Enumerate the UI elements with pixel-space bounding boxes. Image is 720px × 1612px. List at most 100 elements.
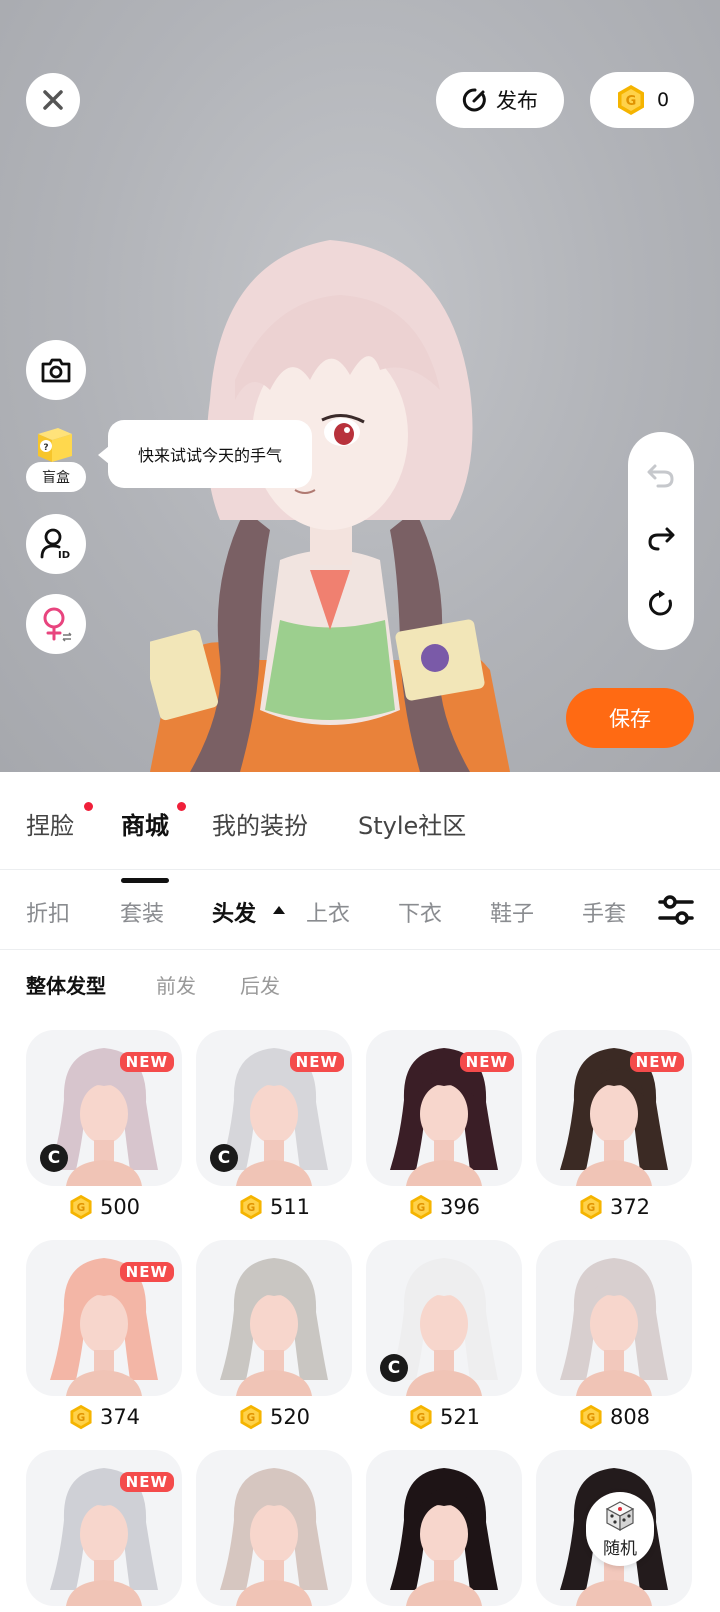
shop-panel: 捏脸 商城 我的装扮 Style社区 折扣 套装 头发 上衣 下衣 鞋子 手套 … <box>0 772 720 1612</box>
category-shoes[interactable]: 鞋子 <box>490 896 534 928</box>
category-tops[interactable]: 上衣 <box>306 896 350 928</box>
filter-settings-icon[interactable] <box>656 890 696 930</box>
hair-item-card[interactable]: G 808 <box>536 1240 692 1430</box>
item-price-value: 374 <box>99 1405 141 1429</box>
redo-icon[interactable] <box>646 526 676 552</box>
hair-item-thumbnail <box>366 1450 522 1606</box>
item-price: G 520 <box>196 1400 352 1434</box>
hair-item-card[interactable]: C G 521 <box>366 1240 522 1430</box>
blindbox-tooltip: 快来试试今天的手气 <box>98 420 312 488</box>
tab-shop-dot <box>177 802 186 811</box>
item-price: G 521 <box>366 1400 522 1434</box>
publish-icon <box>462 88 486 112</box>
new-badge: NEW <box>289 1052 344 1072</box>
svg-text:ID: ID <box>58 550 70 561</box>
item-price-value: 511 <box>269 1195 311 1219</box>
avatar-id-button[interactable]: ID <box>26 514 86 574</box>
svg-text:G: G <box>247 1202 256 1214</box>
coin-icon: G <box>240 1404 262 1430</box>
undo-icon[interactable] <box>646 463 676 489</box>
hair-item-thumbnail: NEW <box>26 1240 182 1396</box>
item-price: G 396 <box>366 1190 522 1224</box>
item-price: G510 <box>366 1010 522 1012</box>
hair-item-card[interactable] <box>366 1450 522 1606</box>
random-label: 随机 <box>603 1538 637 1559</box>
item-price-value: 372 <box>609 1195 651 1219</box>
coin-icon: G <box>580 1194 602 1220</box>
coin-icon: G <box>410 1194 432 1220</box>
hairstyle-preview-image <box>560 1258 668 1396</box>
coin-icon: G <box>617 85 644 115</box>
new-badge: NEW <box>119 1052 174 1072</box>
avatar-model[interactable] <box>150 240 510 772</box>
svg-text:G: G <box>77 1412 86 1424</box>
category-sets[interactable]: 套装 <box>120 896 164 928</box>
svg-text:G: G <box>626 94 637 109</box>
new-badge: NEW <box>119 1472 174 1492</box>
item-price: G 500 <box>26 1190 182 1224</box>
hairstyle-preview-image <box>390 1468 498 1606</box>
close-button[interactable] <box>26 73 80 127</box>
item-price-value: 500 <box>99 1195 141 1219</box>
user-id-icon: ID <box>40 528 70 561</box>
item-price-value: 521 <box>439 1405 481 1429</box>
history-panel <box>628 432 694 650</box>
main-tab-bar: 捏脸 商城 我的装扮 Style社区 <box>0 772 720 870</box>
hair-item-card[interactable] <box>196 1450 352 1606</box>
reset-icon[interactable] <box>646 589 676 619</box>
hair-item-card[interactable]: NEW G 374 <box>26 1240 182 1430</box>
category-discount[interactable]: 折扣 <box>26 896 70 928</box>
new-badge: NEW <box>459 1052 514 1072</box>
item-price-value: 520 <box>269 1405 311 1429</box>
hair-item-card[interactable]: NEW C G 500 <box>26 1030 182 1220</box>
svg-text:G: G <box>417 1412 426 1424</box>
category-bottoms[interactable]: 下衣 <box>398 896 442 928</box>
new-badge: NEW <box>629 1052 684 1072</box>
hair-item-card[interactable]: NEW G 372 <box>536 1030 692 1220</box>
subtab-back-hair[interactable]: 后发 <box>240 970 280 999</box>
dice-icon <box>605 1500 635 1531</box>
save-button[interactable]: 保存 <box>566 688 694 748</box>
subtab-full-hairstyle[interactable]: 整体发型 <box>26 970 106 999</box>
close-icon <box>43 90 63 110</box>
hair-item-thumbnail: NEW C <box>196 1030 352 1186</box>
hairstyle-preview-image <box>220 1468 328 1606</box>
item-price: G 374 <box>26 1400 182 1434</box>
blindbox-icon: ? <box>38 428 72 462</box>
hair-item-card[interactable]: NEW G 396 <box>366 1030 522 1220</box>
hair-item-card[interactable]: NEW C G 511 <box>196 1030 352 1220</box>
subtab-front-hair[interactable]: 前发 <box>156 970 196 999</box>
item-price: G 808 <box>536 1400 692 1434</box>
coin-icon: G <box>70 1404 92 1430</box>
item-price: G520 <box>26 1010 182 1012</box>
item-price-value: 396 <box>439 1195 481 1219</box>
blindbox-button[interactable]: 盲盒 <box>26 462 86 492</box>
category-gloves[interactable]: 手套 <box>582 896 626 928</box>
coin-balance-button[interactable]: G 0 <box>590 72 694 128</box>
hair-item-thumbnail: NEW <box>366 1030 522 1186</box>
svg-text:G: G <box>77 1202 86 1214</box>
avatar-stage[interactable]: 发布 G 0 ? 盲盒 快来试试今天的手气 ID 保存 <box>0 0 720 772</box>
tab-face[interactable]: 捏脸 <box>26 806 74 841</box>
blindbox-label: 盲盒 <box>42 470 70 486</box>
hair-item-card[interactable]: NEW <box>26 1450 182 1606</box>
gender-switch-button[interactable] <box>26 594 86 654</box>
item-price: G 511 <box>196 1190 352 1224</box>
tab-my-outfit[interactable]: 我的装扮 <box>212 806 308 841</box>
creator-badge-icon: C <box>40 1144 68 1172</box>
hair-item-thumbnail <box>196 1450 352 1606</box>
random-button[interactable]: 随机 <box>586 1492 654 1566</box>
item-price: G500 <box>196 1010 352 1012</box>
hair-item-card[interactable]: G 520 <box>196 1240 352 1430</box>
category-hair[interactable]: 头发 <box>212 896 256 928</box>
coin-icon: G <box>410 1404 432 1430</box>
camera-button[interactable] <box>26 340 86 400</box>
tooltip-text: 快来试试今天的手气 <box>137 446 282 465</box>
publish-button[interactable]: 发布 <box>436 72 564 128</box>
svg-text:G: G <box>587 1202 596 1214</box>
item-price: G 372 <box>536 1190 692 1224</box>
hair-item-thumbnail: NEW <box>536 1030 692 1186</box>
tab-style-community[interactable]: Style社区 <box>358 806 466 841</box>
tab-shop[interactable]: 商城 <box>121 806 169 841</box>
category-bar: 折扣 套装 头发 上衣 下衣 鞋子 手套 <box>0 870 720 950</box>
